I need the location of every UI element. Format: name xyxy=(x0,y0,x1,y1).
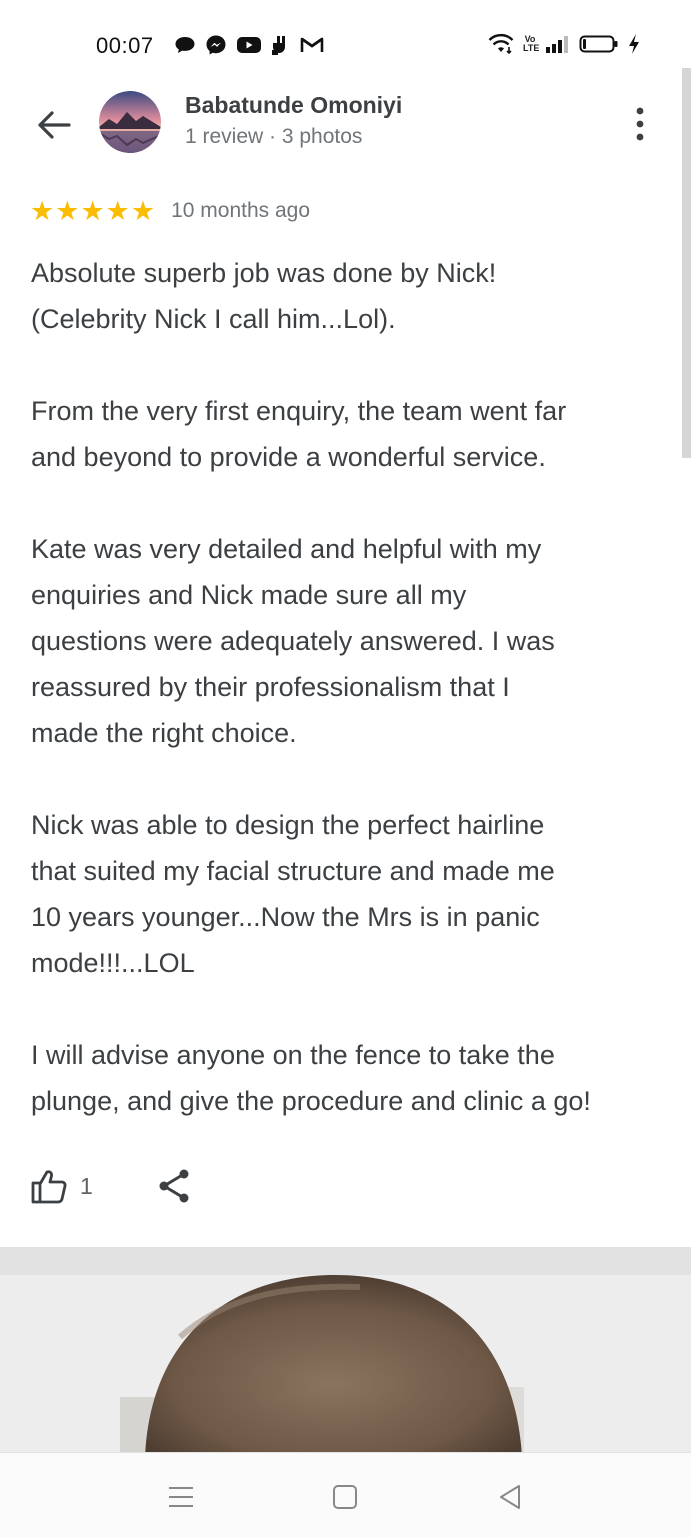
app-icon xyxy=(272,36,285,55)
star-icon: ★ xyxy=(130,196,156,226)
signal-icon xyxy=(546,36,568,53)
star-icon: ★ xyxy=(55,196,80,226)
scrollbar[interactable] xyxy=(682,68,691,458)
more-options-button[interactable] xyxy=(625,102,655,146)
system-nav-bar xyxy=(0,1452,691,1537)
review-text: Absolute superb job was done by Nick! (C… xyxy=(31,250,671,1170)
avatar-image xyxy=(99,91,161,153)
status-time: 00:07 xyxy=(96,33,154,58)
reviewer-meta: 1 review · 3 photos xyxy=(185,125,363,148)
back-button[interactable] xyxy=(32,103,76,147)
like-count: 1 xyxy=(80,1172,93,1199)
star-rating: ★ ★ ★ ★ ★ xyxy=(30,196,155,226)
messenger-icon xyxy=(206,35,226,55)
review-date: 10 months ago xyxy=(171,199,311,222)
back-triangle-icon xyxy=(500,1485,520,1509)
avatar[interactable] xyxy=(99,91,161,153)
youtube-icon xyxy=(237,37,261,53)
review-paragraph: From the very first enquiry, the team we… xyxy=(31,396,567,472)
review-paragraph: Absolute superb job was done by Nick! (C… xyxy=(31,258,497,334)
review-actions: 1 xyxy=(30,1163,191,1209)
star-icon: ★ xyxy=(30,196,55,226)
star-icon: ★ xyxy=(80,196,105,226)
system-icons: Vo LTE xyxy=(487,33,641,55)
chat-bubble-icon xyxy=(175,37,195,53)
thumbs-up-icon xyxy=(31,1170,67,1204)
share-button[interactable] xyxy=(157,1168,191,1204)
rating-row: ★ ★ ★ ★ ★ 10 months ago xyxy=(30,196,310,226)
wifi-icon xyxy=(488,33,514,55)
charging-icon xyxy=(629,34,639,54)
reviewer-name[interactable]: Babatunde Omoniyi xyxy=(185,92,402,119)
menu-icon xyxy=(169,1487,193,1507)
review-photo[interactable] xyxy=(0,1247,691,1457)
review-photo-image xyxy=(0,1247,691,1457)
notification-icons xyxy=(174,34,324,56)
arrow-left-icon xyxy=(38,111,71,139)
system-back-button[interactable] xyxy=(490,1477,530,1517)
like-button[interactable]: 1 xyxy=(30,1168,93,1204)
review-header: Babatunde Omoniyi 1 review · 3 photos xyxy=(0,80,691,170)
more-vert-icon xyxy=(636,107,644,141)
share-icon xyxy=(159,1169,189,1203)
home-button[interactable] xyxy=(325,1477,365,1517)
recent-apps-button[interactable] xyxy=(161,1477,201,1517)
star-icon: ★ xyxy=(105,196,130,226)
review-paragraph: I will advise anyone on the fence to tak… xyxy=(31,1040,591,1116)
status-bar: 00:07 Vo LTE xyxy=(0,0,691,80)
home-square-icon xyxy=(333,1485,357,1509)
volte-icon: Vo LTE xyxy=(523,34,540,53)
gmail-icon xyxy=(300,37,324,52)
review-paragraph: Kate was very detailed and helpful with … xyxy=(31,534,555,748)
battery-icon xyxy=(579,35,618,53)
review-paragraph: Nick was able to design the perfect hair… xyxy=(31,810,555,978)
